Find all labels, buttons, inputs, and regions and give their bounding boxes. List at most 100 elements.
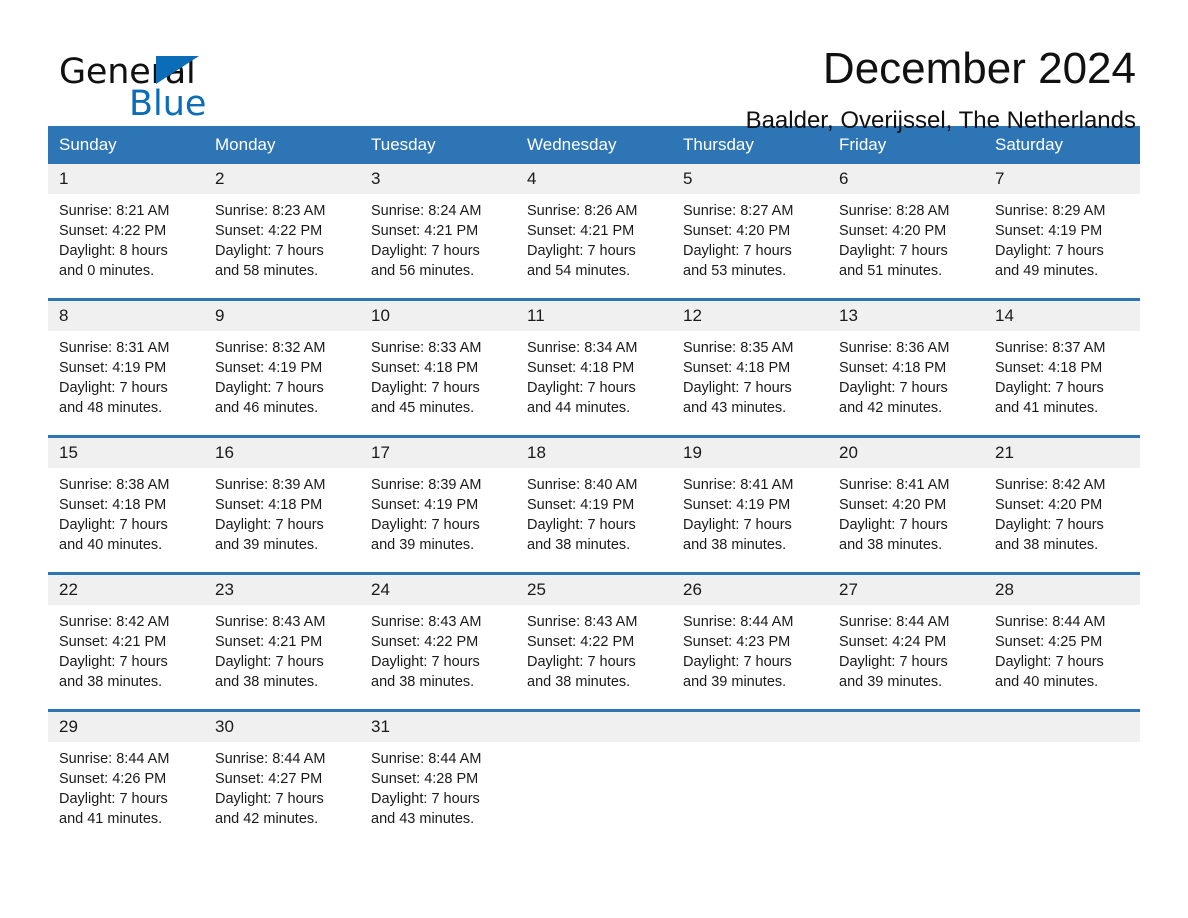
sunrise-text: Sunrise: 8:36 AM [839,340,950,356]
daylight-text-line1: Daylight: 7 hours [59,380,168,396]
calendar-day-cell[interactable]: 11 Sunrise: 8:34 AM Sunset: 4:18 PM Dayligh… [516,298,672,437]
calendar-day-cell[interactable]: 23 Sunrise: 8:43 AM Sunset: 4:21 PM Dayligh… [204,572,360,711]
sunset-text: Sunset: 4:26 PM [59,771,167,787]
sunset-text: Sunset: 4:22 PM [371,634,479,650]
daylight-text-line1: Daylight: 7 hours [995,654,1104,670]
week-row: 1 Sunrise: 8:21 AM Sunset: 4:22 PM Daylight… [48,164,1140,300]
day-number: 22 [48,575,204,605]
daylight-text-line2: and 54 minutes. [527,263,631,279]
calendar-day-cell[interactable]: 28 Sunrise: 8:44 AM Sunset: 4:25 PM Dayligh… [984,572,1140,711]
day-number: 21 [984,438,1140,468]
daylight-text-line2: and 38 minutes. [59,674,163,690]
day-details: Sunrise: 8:31 AM Sunset: 4:19 PM Daylight:… [48,331,204,435]
calendar-day-cell[interactable]: 8 Sunrise: 8:31 AM Sunset: 4:19 PM Daylight… [48,298,204,437]
sunset-text: Sunset: 4:18 PM [215,497,323,513]
general-blue-logo: General Blue [59,44,259,124]
calendar-day-cell[interactable]: 21 Sunrise: 8:42 AM Sunset: 4:20 PM Dayligh… [984,435,1140,574]
daylight-text-line2: and 44 minutes. [527,400,631,416]
calendar-day-cell[interactable]: 5 Sunrise: 8:27 AM Sunset: 4:20 PM Daylight… [672,164,828,300]
calendar-day-cell[interactable]: 24 Sunrise: 8:43 AM Sunset: 4:22 PM Dayligh… [360,572,516,711]
day-number: 13 [828,301,984,331]
calendar-day-cell[interactable]: 9 Sunrise: 8:32 AM Sunset: 4:19 PM Daylight… [204,298,360,437]
sunrise-text: Sunrise: 8:27 AM [683,203,794,219]
daylight-text-line1: Daylight: 7 hours [215,654,324,670]
daylight-text-line2: and 40 minutes. [995,674,1099,690]
day-number: 28 [984,575,1140,605]
day-details: Sunrise: 8:34 AM Sunset: 4:18 PM Daylight:… [516,331,672,435]
sunrise-text: Sunrise: 8:43 AM [371,614,482,630]
sunrise-text: Sunrise: 8:35 AM [683,340,794,356]
logo-triangle-icon [156,56,199,84]
calendar-day-cell[interactable]: 16 Sunrise: 8:39 AM Sunset: 4:18 PM Dayligh… [204,435,360,574]
day-number: 11 [516,301,672,331]
location-subtitle: Baalder, Overijssel, The Netherlands [745,107,1136,134]
day-details: Sunrise: 8:44 AM Sunset: 4:26 PM Daylight:… [48,742,204,846]
calendar-day-cell[interactable]: 10 Sunrise: 8:33 AM Sunset: 4:18 PM Dayligh… [360,298,516,437]
calendar-day-cell[interactable]: 12 Sunrise: 8:35 AM Sunset: 4:18 PM Dayligh… [672,298,828,437]
day-details: Sunrise: 8:29 AM Sunset: 4:19 PM Daylight:… [984,194,1140,298]
sunset-text: Sunset: 4:22 PM [527,634,635,650]
daylight-text-line2: and 51 minutes. [839,263,943,279]
sunrise-text: Sunrise: 8:24 AM [371,203,482,219]
daylight-text-line1: Daylight: 7 hours [215,517,324,533]
calendar-day-cell[interactable]: 27 Sunrise: 8:44 AM Sunset: 4:24 PM Dayligh… [828,572,984,711]
sunrise-sunset-calendar: Sunday Monday Tuesday Wednesday Thursday… [48,126,1140,846]
sunset-text: Sunset: 4:21 PM [371,223,479,239]
calendar-day-cell[interactable]: 3 Sunrise: 8:24 AM Sunset: 4:21 PM Daylight… [360,164,516,300]
calendar-day-cell[interactable]: 19 Sunrise: 8:41 AM Sunset: 4:19 PM Dayligh… [672,435,828,574]
day-number [516,712,672,742]
calendar-day-cell[interactable]: 4 Sunrise: 8:26 AM Sunset: 4:21 PM Daylight… [516,164,672,300]
daylight-text-line1: Daylight: 7 hours [839,517,948,533]
sunset-text: Sunset: 4:19 PM [683,497,791,513]
day-details: Sunrise: 8:41 AM Sunset: 4:19 PM Daylight:… [672,468,828,572]
calendar-day-cell[interactable]: 6 Sunrise: 8:28 AM Sunset: 4:20 PM Daylight… [828,164,984,300]
calendar-day-cell[interactable]: 17 Sunrise: 8:39 AM Sunset: 4:19 PM Dayligh… [360,435,516,574]
daylight-text-line1: Daylight: 7 hours [371,380,480,396]
sunset-text: Sunset: 4:18 PM [839,360,947,376]
day-details: Sunrise: 8:33 AM Sunset: 4:18 PM Daylight:… [360,331,516,435]
calendar-day-cell[interactable]: 15 Sunrise: 8:38 AM Sunset: 4:18 PM Dayligh… [48,435,204,574]
sunrise-text: Sunrise: 8:44 AM [683,614,794,630]
sunset-text: Sunset: 4:18 PM [59,497,167,513]
calendar-day-cell[interactable]: 13 Sunrise: 8:36 AM Sunset: 4:18 PM Dayligh… [828,298,984,437]
day-details: Sunrise: 8:44 AM Sunset: 4:28 PM Daylight:… [360,742,516,846]
daylight-text-line2: and 49 minutes. [995,263,1099,279]
sunset-text: Sunset: 4:19 PM [215,360,323,376]
calendar-day-cell[interactable]: 7 Sunrise: 8:29 AM Sunset: 4:19 PM Daylight… [984,164,1140,300]
calendar-day-cell[interactable]: 22 Sunrise: 8:42 AM Sunset: 4:21 PM Dayligh… [48,572,204,711]
sunset-text: Sunset: 4:21 PM [215,634,323,650]
calendar-day-cell[interactable]: 18 Sunrise: 8:40 AM Sunset: 4:19 PM Dayligh… [516,435,672,574]
calendar-day-cell[interactable]: 20 Sunrise: 8:41 AM Sunset: 4:20 PM Dayligh… [828,435,984,574]
calendar-day-cell[interactable]: 1 Sunrise: 8:21 AM Sunset: 4:22 PM Daylight… [48,164,204,300]
daylight-text-line2: and 39 minutes. [215,537,319,553]
day-details: Sunrise: 8:26 AM Sunset: 4:21 PM Daylight:… [516,194,672,298]
sunset-text: Sunset: 4:20 PM [839,497,947,513]
weekday-header-wednesday: Wednesday [516,126,672,164]
weekday-header-tuesday: Tuesday [360,126,516,164]
sunrise-text: Sunrise: 8:43 AM [527,614,638,630]
calendar-day-cell[interactable]: 14 Sunrise: 8:37 AM Sunset: 4:18 PM Dayligh… [984,298,1140,437]
daylight-text-line1: Daylight: 7 hours [215,380,324,396]
day-number: 26 [672,575,828,605]
daylight-text-line2: and 39 minutes. [371,537,475,553]
sunrise-text: Sunrise: 8:38 AM [59,477,170,493]
daylight-text-line2: and 39 minutes. [839,674,943,690]
calendar-day-cell[interactable]: 30 Sunrise: 8:44 AM Sunset: 4:27 PM Dayligh… [204,709,360,846]
sunset-text: Sunset: 4:20 PM [683,223,791,239]
day-number: 2 [204,164,360,194]
day-number: 27 [828,575,984,605]
daylight-text-line1: Daylight: 7 hours [59,791,168,807]
day-details: Sunrise: 8:35 AM Sunset: 4:18 PM Daylight:… [672,331,828,435]
calendar-day-cell[interactable]: 31 Sunrise: 8:44 AM Sunset: 4:28 PM Dayligh… [360,709,516,846]
calendar-day-cell[interactable]: 26 Sunrise: 8:44 AM Sunset: 4:23 PM Dayligh… [672,572,828,711]
sunrise-text: Sunrise: 8:23 AM [215,203,326,219]
calendar-day-cell[interactable]: 25 Sunrise: 8:43 AM Sunset: 4:22 PM Dayligh… [516,572,672,711]
calendar-day-cell[interactable]: 29 Sunrise: 8:44 AM Sunset: 4:26 PM Dayligh… [48,709,204,846]
daylight-text-line1: Daylight: 7 hours [215,791,324,807]
sunrise-text: Sunrise: 8:26 AM [527,203,638,219]
calendar-day-cell[interactable]: 2 Sunrise: 8:23 AM Sunset: 4:22 PM Daylight… [204,164,360,300]
weekday-header-sunday: Sunday [48,126,204,164]
sunrise-text: Sunrise: 8:31 AM [59,340,170,356]
sunset-text: Sunset: 4:18 PM [995,360,1103,376]
day-number: 1 [48,164,204,194]
